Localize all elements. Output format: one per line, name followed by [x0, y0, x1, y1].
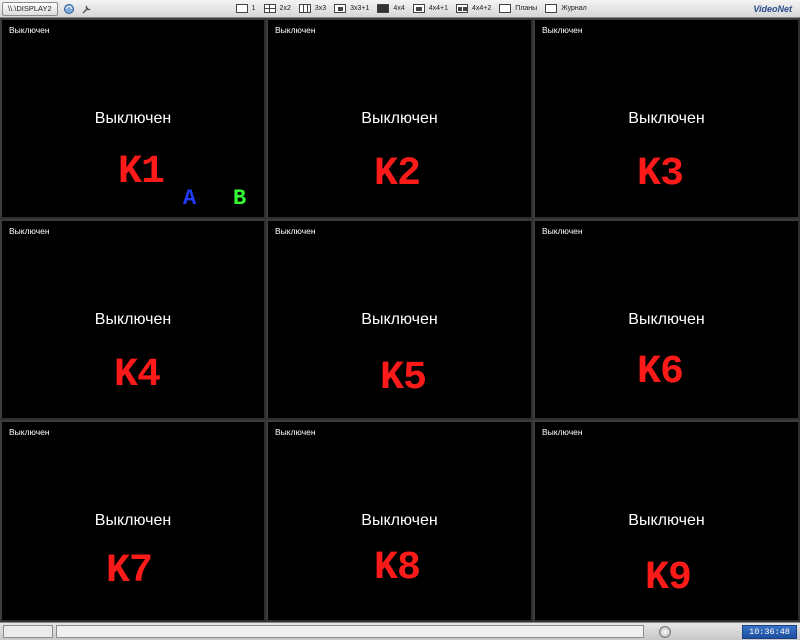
cell-status-text: Выключен: [275, 226, 316, 236]
camera-cell-5[interactable]: Выключен Выключен K5: [266, 219, 533, 420]
layout-2x2-button[interactable]: 2x2: [263, 4, 291, 13]
camera-label: K1: [118, 150, 165, 195]
journal-label: Журнал: [561, 5, 587, 12]
layout-4x4-1-button[interactable]: 4x4+1: [412, 4, 448, 13]
camera-cell-1[interactable]: Выключен Выключен K1 A B: [0, 18, 266, 219]
cell-center-text: Выключен: [628, 110, 705, 127]
layout-3x3-1-button[interactable]: 3x3+1: [334, 4, 369, 13]
cell-center-text: Выключен: [361, 110, 438, 127]
layout-3x3-1-icon: [334, 4, 347, 13]
camera-cell-3[interactable]: Выключен Выключен K3: [533, 18, 800, 219]
camera-cell-9[interactable]: Выключен Выключен K9: [533, 420, 800, 622]
refresh-icon[interactable]: [62, 2, 76, 16]
layout-3x3-icon: [298, 4, 311, 13]
plans-label: Планы: [515, 5, 538, 12]
camera-cell-4[interactable]: Выключен Выключен K4: [0, 219, 266, 420]
clock: 10:36:48: [742, 624, 797, 639]
camera-grid: Выключен Выключен K1 A B Выключен Выключ…: [0, 18, 800, 622]
layout-3x3-1-label: 3x3+1: [350, 5, 370, 12]
cell-center-text: Выключен: [94, 512, 172, 529]
camera-label: K6: [637, 350, 684, 395]
camera-label: K8: [374, 546, 421, 591]
camera-label: K4: [114, 353, 161, 398]
camera-label: K5: [380, 356, 427, 401]
layout-3x3-label: 3x3: [314, 5, 327, 12]
cell-status-text: Выключен: [542, 25, 583, 35]
status-bar: 10:36:48: [0, 622, 800, 640]
layout-2x2-label: 2x2: [279, 5, 291, 12]
camera-label: K9: [645, 556, 692, 601]
camera-cell-2[interactable]: Выключен Выключен K2: [266, 18, 533, 219]
layout-4x4-1-icon: [412, 4, 425, 13]
status-field: [3, 625, 53, 638]
layout-3x3-button[interactable]: 3x3: [298, 4, 327, 13]
layout-4x4-2-icon: [456, 4, 468, 13]
camera-cell-7[interactable]: Выключен Выключен K7: [0, 420, 266, 622]
layout-4x4-icon: [377, 4, 390, 13]
display-tab-label: \\.\DISPLAY2: [8, 4, 52, 13]
clock-text: 10:36:48: [749, 626, 790, 637]
layout-4x4-1-label: 4x4+1: [428, 5, 448, 12]
layout-2x2-icon: [263, 4, 276, 13]
status-progress: [56, 625, 644, 638]
top-toolbar: \\.\DISPLAY2 1 2x2 3x3 3x3+1 4x4 4x4+1 4…: [0, 0, 800, 18]
cell-center-text: Выключен: [361, 311, 438, 328]
cell-status-text: Выключен: [542, 427, 583, 437]
camera-label: K2: [374, 152, 421, 197]
layout-1-button[interactable]: 1: [235, 4, 256, 13]
camera-cell-8[interactable]: Выключен Выключен K8: [266, 420, 533, 622]
brand-logo: VideoNet: [749, 2, 796, 16]
cell-center-text: Выключен: [628, 512, 705, 529]
marker-a: A: [183, 186, 197, 211]
journal-button[interactable]: Журнал: [545, 4, 587, 13]
layout-1-icon: [235, 4, 248, 13]
cell-center-text: Выключен: [361, 512, 438, 529]
cell-status-text: Выключен: [275, 427, 316, 437]
layout-4x4-2-label: 4x4+2: [472, 5, 492, 12]
cell-status-text: Выключен: [9, 226, 50, 236]
cell-status-text: Выключен: [542, 226, 583, 236]
tools-icon[interactable]: [80, 2, 94, 16]
layout-4x4-button[interactable]: 4x4: [377, 4, 405, 13]
plans-button[interactable]: Планы: [499, 4, 537, 13]
cell-center-text: Выключен: [628, 311, 705, 328]
cell-center-text: Выключен: [94, 110, 172, 127]
layout-4x4-label: 4x4: [393, 5, 405, 12]
marker-b: B: [233, 186, 247, 211]
camera-cell-6[interactable]: Выключен Выключен K6: [533, 219, 800, 420]
cell-status-text: Выключен: [275, 25, 316, 35]
brand-logo-text: VideoNet: [753, 3, 792, 14]
status-indicator-icon[interactable]: [659, 625, 671, 638]
camera-label: K7: [106, 549, 153, 594]
layout-switcher: 1 2x2 3x3 3x3+1 4x4 4x4+1 4x4+2 Планы Жу…: [235, 4, 595, 13]
cell-status-text: Выключен: [9, 427, 50, 437]
cell-status-text: Выключен: [9, 25, 50, 35]
cell-center-text: Выключен: [94, 311, 172, 328]
display-tab[interactable]: \\.\DISPLAY2: [2, 1, 58, 16]
camera-label: K3: [637, 152, 684, 197]
layout-1-label: 1: [251, 5, 256, 12]
plans-icon: [499, 4, 512, 13]
layout-4x4-2-button[interactable]: 4x4+2: [456, 4, 491, 13]
journal-icon: [545, 4, 558, 13]
